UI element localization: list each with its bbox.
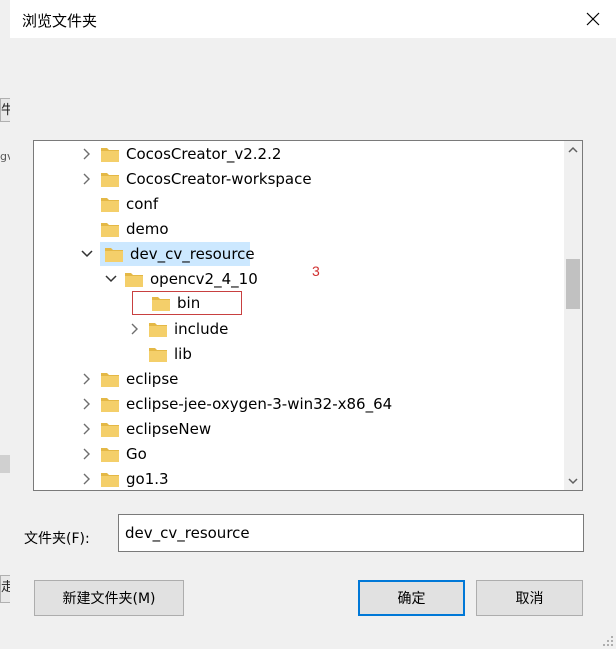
tree-item[interactable]: dev_cv_resource [100, 242, 255, 266]
title-bar[interactable]: 浏览文件夹 [10, 0, 616, 38]
tree-item-label: bin [177, 294, 201, 312]
tree-item[interactable]: CocosCreator_v2.2.2 [80, 142, 281, 166]
tree-item[interactable]: Go [80, 442, 147, 466]
chevron-right-icon[interactable] [80, 147, 94, 161]
new-folder-button[interactable]: 新建文件夹(M) [34, 580, 184, 616]
tree-item-label: eclipse [126, 370, 179, 388]
folder-tree[interactable]: CocosCreator_v2.2.2 CocosCreator-workspac… [33, 140, 583, 491]
tree-item[interactable]: include [128, 317, 228, 341]
chevron-right-icon[interactable] [128, 322, 142, 336]
folder-input[interactable] [118, 514, 584, 552]
background-fragment-bar [0, 455, 10, 473]
tree-item-label: opencv2_4_10 [150, 270, 258, 288]
chevron-right-icon[interactable] [80, 472, 94, 486]
annotation-number: 3 [312, 263, 320, 279]
chevron-right-icon[interactable] [80, 447, 94, 461]
folder-icon [148, 320, 168, 338]
chevron-down-icon [568, 478, 578, 485]
folder-icon [100, 420, 120, 438]
folder-icon [100, 370, 120, 388]
folder-icon [100, 145, 120, 163]
tree-item[interactable]: demo [80, 217, 169, 241]
folder-icon [100, 470, 120, 488]
chevron-down-icon[interactable] [80, 247, 94, 261]
scroll-down-button[interactable] [564, 472, 582, 490]
scrollbar-thumb[interactable] [566, 258, 580, 309]
tree-item-label: eclipse-jee-oxygen-3-win32-x86_64 [126, 395, 393, 413]
folder-icon [104, 245, 124, 263]
tree-item[interactable]: eclipse [80, 367, 178, 391]
tree-item-label: include [174, 320, 229, 338]
tree-item[interactable]: CocosCreator-workspace [80, 167, 312, 191]
tree-item[interactable]: lib [128, 342, 192, 366]
tree-item[interactable]: bin [132, 291, 242, 315]
scroll-up-button[interactable] [564, 141, 582, 159]
chevron-right-icon[interactable] [80, 172, 94, 186]
tree-item[interactable]: eclipseNew [80, 417, 211, 441]
folder-icon [100, 445, 120, 463]
vertical-scrollbar[interactable] [564, 141, 582, 490]
folder-icon [100, 395, 120, 413]
dialog-title: 浏览文件夹 [22, 12, 98, 30]
tree-item[interactable]: opencv2_4_10 [104, 267, 258, 291]
folder-icon [124, 270, 144, 288]
tree-item-label: dev_cv_resource [130, 245, 255, 263]
folder-icon [100, 195, 120, 213]
tree-item-label: eclipseNew [126, 420, 212, 438]
tree-item[interactable]: go1.3 [80, 467, 169, 490]
browse-folder-dialog: 浏览文件夹 CocosCreator_v2.2.2 CocosCreator-wo… [10, 0, 616, 649]
ok-button[interactable]: 确定 [358, 580, 465, 616]
close-button[interactable] [570, 0, 616, 38]
chevron-down-icon[interactable] [104, 272, 118, 286]
folder-field-label: 文件夹(F): [24, 531, 90, 547]
tree-item-label: CocosCreator-workspace [126, 170, 312, 188]
resize-grip-icon[interactable] [600, 633, 614, 647]
tree-item-label: CocosCreator_v2.2.2 [126, 145, 282, 163]
folder-icon [100, 220, 120, 238]
chevron-up-icon [568, 146, 578, 153]
cancel-button[interactable]: 取消 [476, 580, 583, 616]
tree-item-label: demo [126, 220, 169, 238]
folder-icon [151, 294, 171, 312]
tree-item-label: go1.3 [126, 470, 169, 488]
chevron-right-icon[interactable] [80, 372, 94, 386]
tree-item[interactable]: conf [80, 192, 158, 216]
tree-item-label: Go [126, 445, 147, 463]
chevron-right-icon[interactable] [80, 397, 94, 411]
folder-icon [100, 170, 120, 188]
tree-item-label: conf [126, 195, 159, 213]
tree-item[interactable]: eclipse-jee-oxygen-3-win32-x86_64 [80, 392, 392, 416]
close-icon [586, 12, 600, 26]
tree-item-label: lib [174, 345, 192, 363]
folder-icon [148, 345, 168, 363]
chevron-right-icon[interactable] [80, 422, 94, 436]
